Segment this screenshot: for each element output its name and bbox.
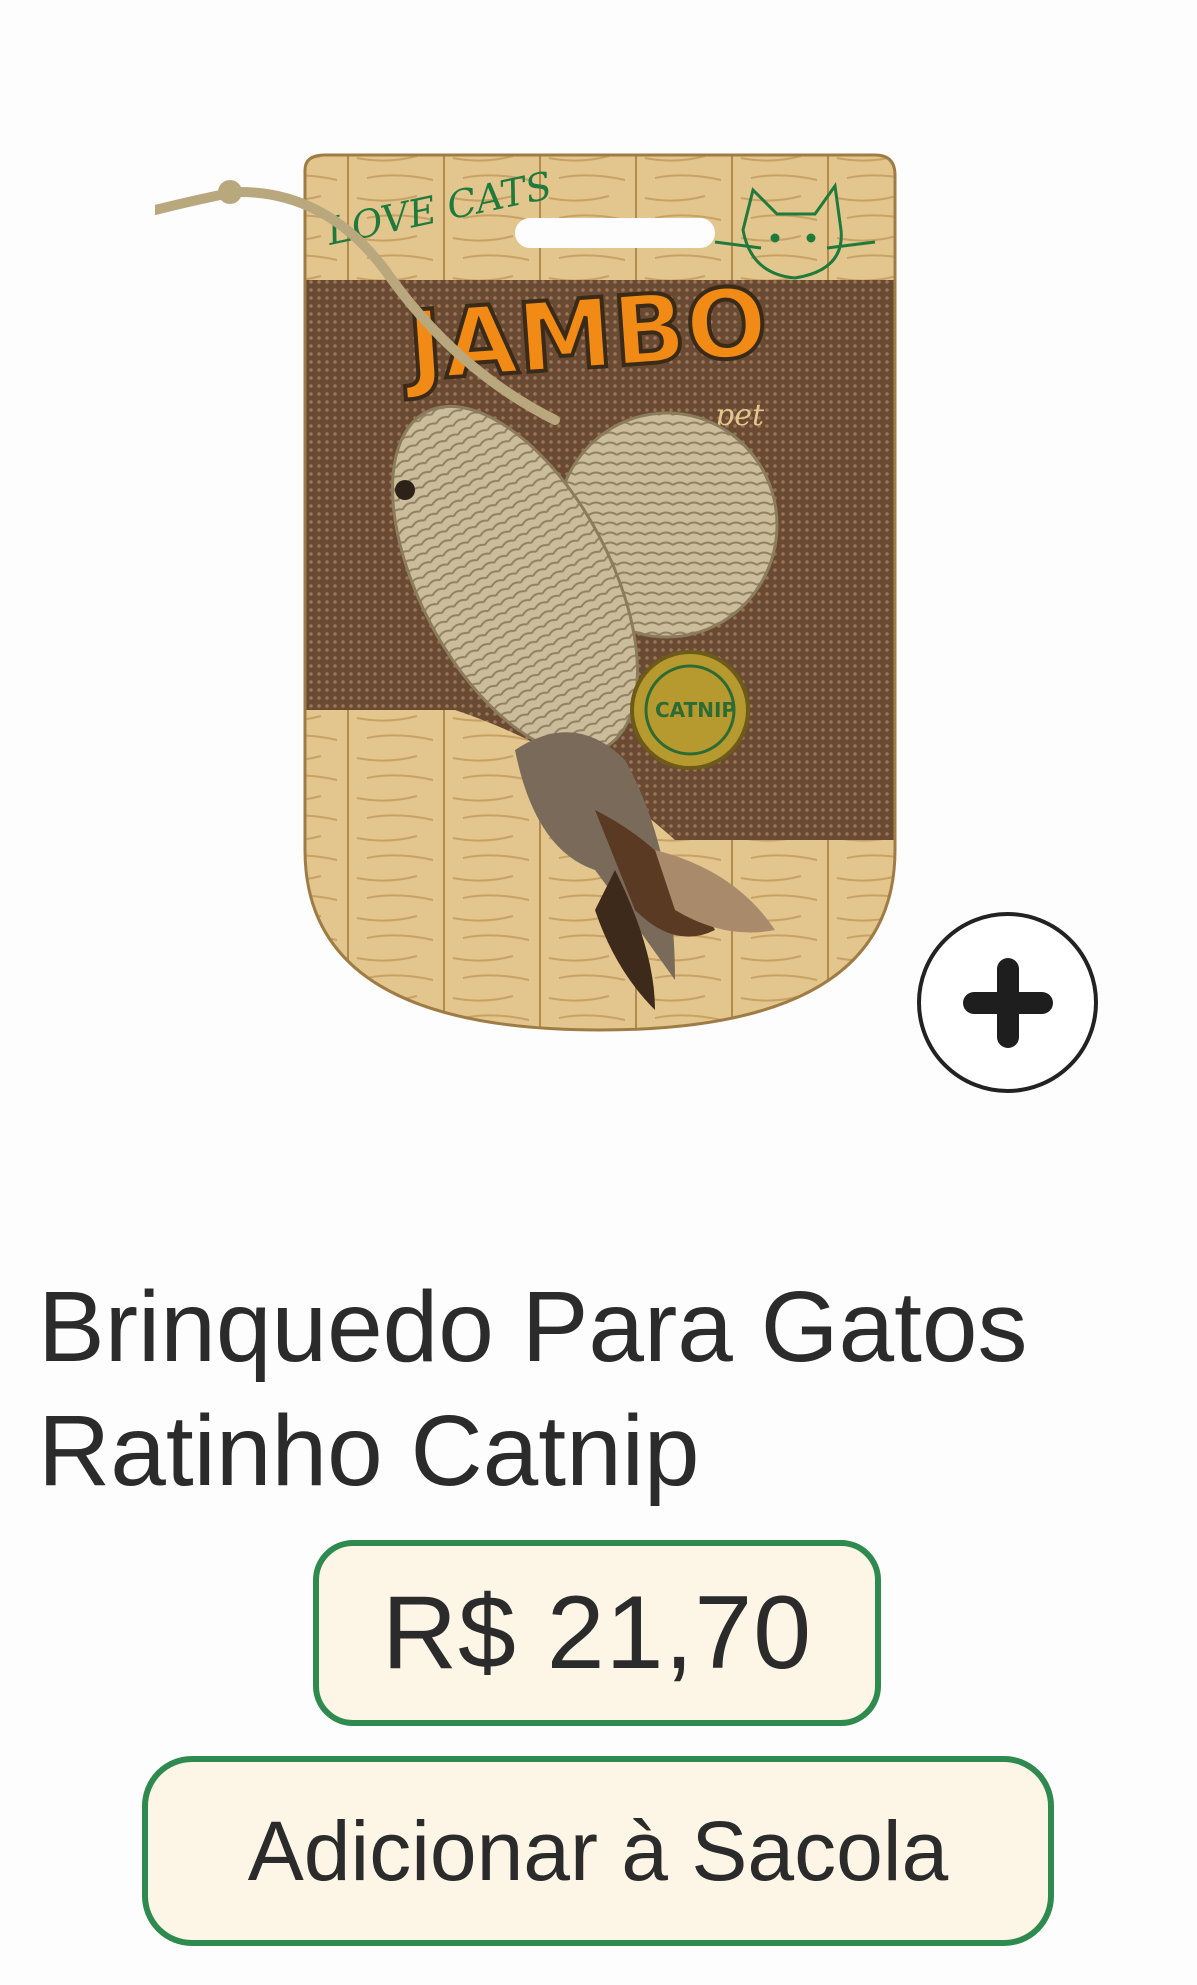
product-card: LOVE CATS JAMBO pet CATNIP Brinquedo Par… xyxy=(0,0,1197,1985)
zoom-plus-button[interactable] xyxy=(917,912,1098,1093)
add-to-bag-button[interactable]: Adicionar à Sacola xyxy=(142,1756,1054,1946)
svg-text:CATNIP: CATNIP xyxy=(655,698,736,722)
product-title[interactable]: Brinquedo Para Gatos Ratinho Catnip xyxy=(38,1265,1168,1513)
price-badge: R$ 21,70 xyxy=(313,1540,881,1726)
product-photo-svg: LOVE CATS JAMBO pet CATNIP xyxy=(155,153,897,1032)
add-to-bag-label: Adicionar à Sacola xyxy=(247,1803,949,1898)
product-image[interactable]: LOVE CATS JAMBO pet CATNIP xyxy=(155,150,915,1080)
price-text: R$ 21,70 xyxy=(381,1574,813,1691)
